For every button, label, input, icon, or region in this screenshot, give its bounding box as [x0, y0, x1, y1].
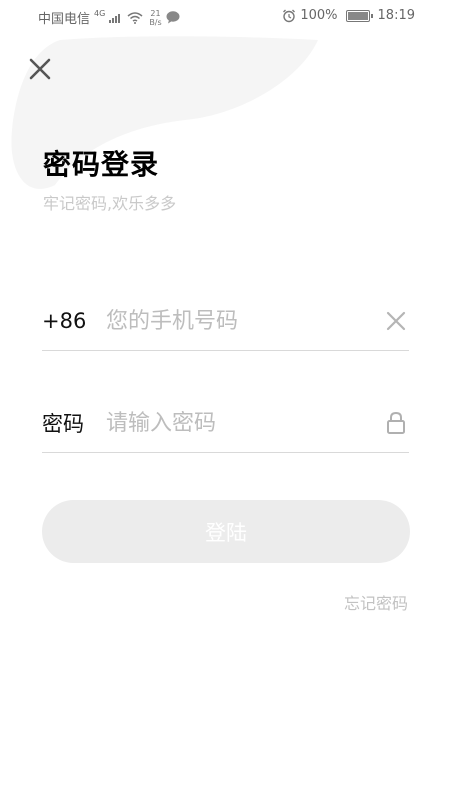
- close-icon: [29, 58, 51, 80]
- password-label: 密码: [42, 412, 84, 436]
- status-bar: 中国电信 4G 21 B/s 100% 18:19: [0, 0, 450, 34]
- page-title: 密码登录: [43, 148, 160, 181]
- alarm-icon: [283, 9, 296, 22]
- carrier-name: 中国电信: [38, 12, 91, 27]
- battery-icon: [345, 9, 373, 22]
- signal-icon: [109, 14, 121, 23]
- forgot-password-link[interactable]: 忘记密码: [344, 590, 408, 614]
- message-icon: [166, 11, 180, 24]
- battery-level: [347, 11, 368, 20]
- password-input[interactable]: [106, 410, 375, 436]
- phone-input[interactable]: [106, 308, 375, 334]
- network-speed-value: 21: [150, 8, 161, 18]
- login-button[interactable]: 登陆: [42, 500, 410, 563]
- signal-type: 4G: [94, 9, 106, 18]
- clear-icon[interactable]: [383, 308, 409, 334]
- network-speed: 21 B/s: [149, 9, 161, 27]
- page-subtitle: 牢记密码,欢乐多多: [43, 194, 177, 213]
- password-field-row: 密码: [42, 394, 409, 453]
- close-button[interactable]: [26, 55, 54, 83]
- network-speed-unit: B/s: [149, 17, 162, 27]
- clock-time: 18:19: [377, 8, 415, 23]
- lock-icon[interactable]: [383, 410, 409, 436]
- status-bar-left: 中国电信 4G 21 B/s: [38, 8, 180, 27]
- phone-field-row: +86: [42, 292, 409, 351]
- wifi-icon: [127, 11, 143, 24]
- status-bar-right: 100% 18:19: [282, 8, 415, 23]
- battery-percent: 100%: [300, 8, 338, 23]
- country-code-label: +86: [42, 309, 87, 333]
